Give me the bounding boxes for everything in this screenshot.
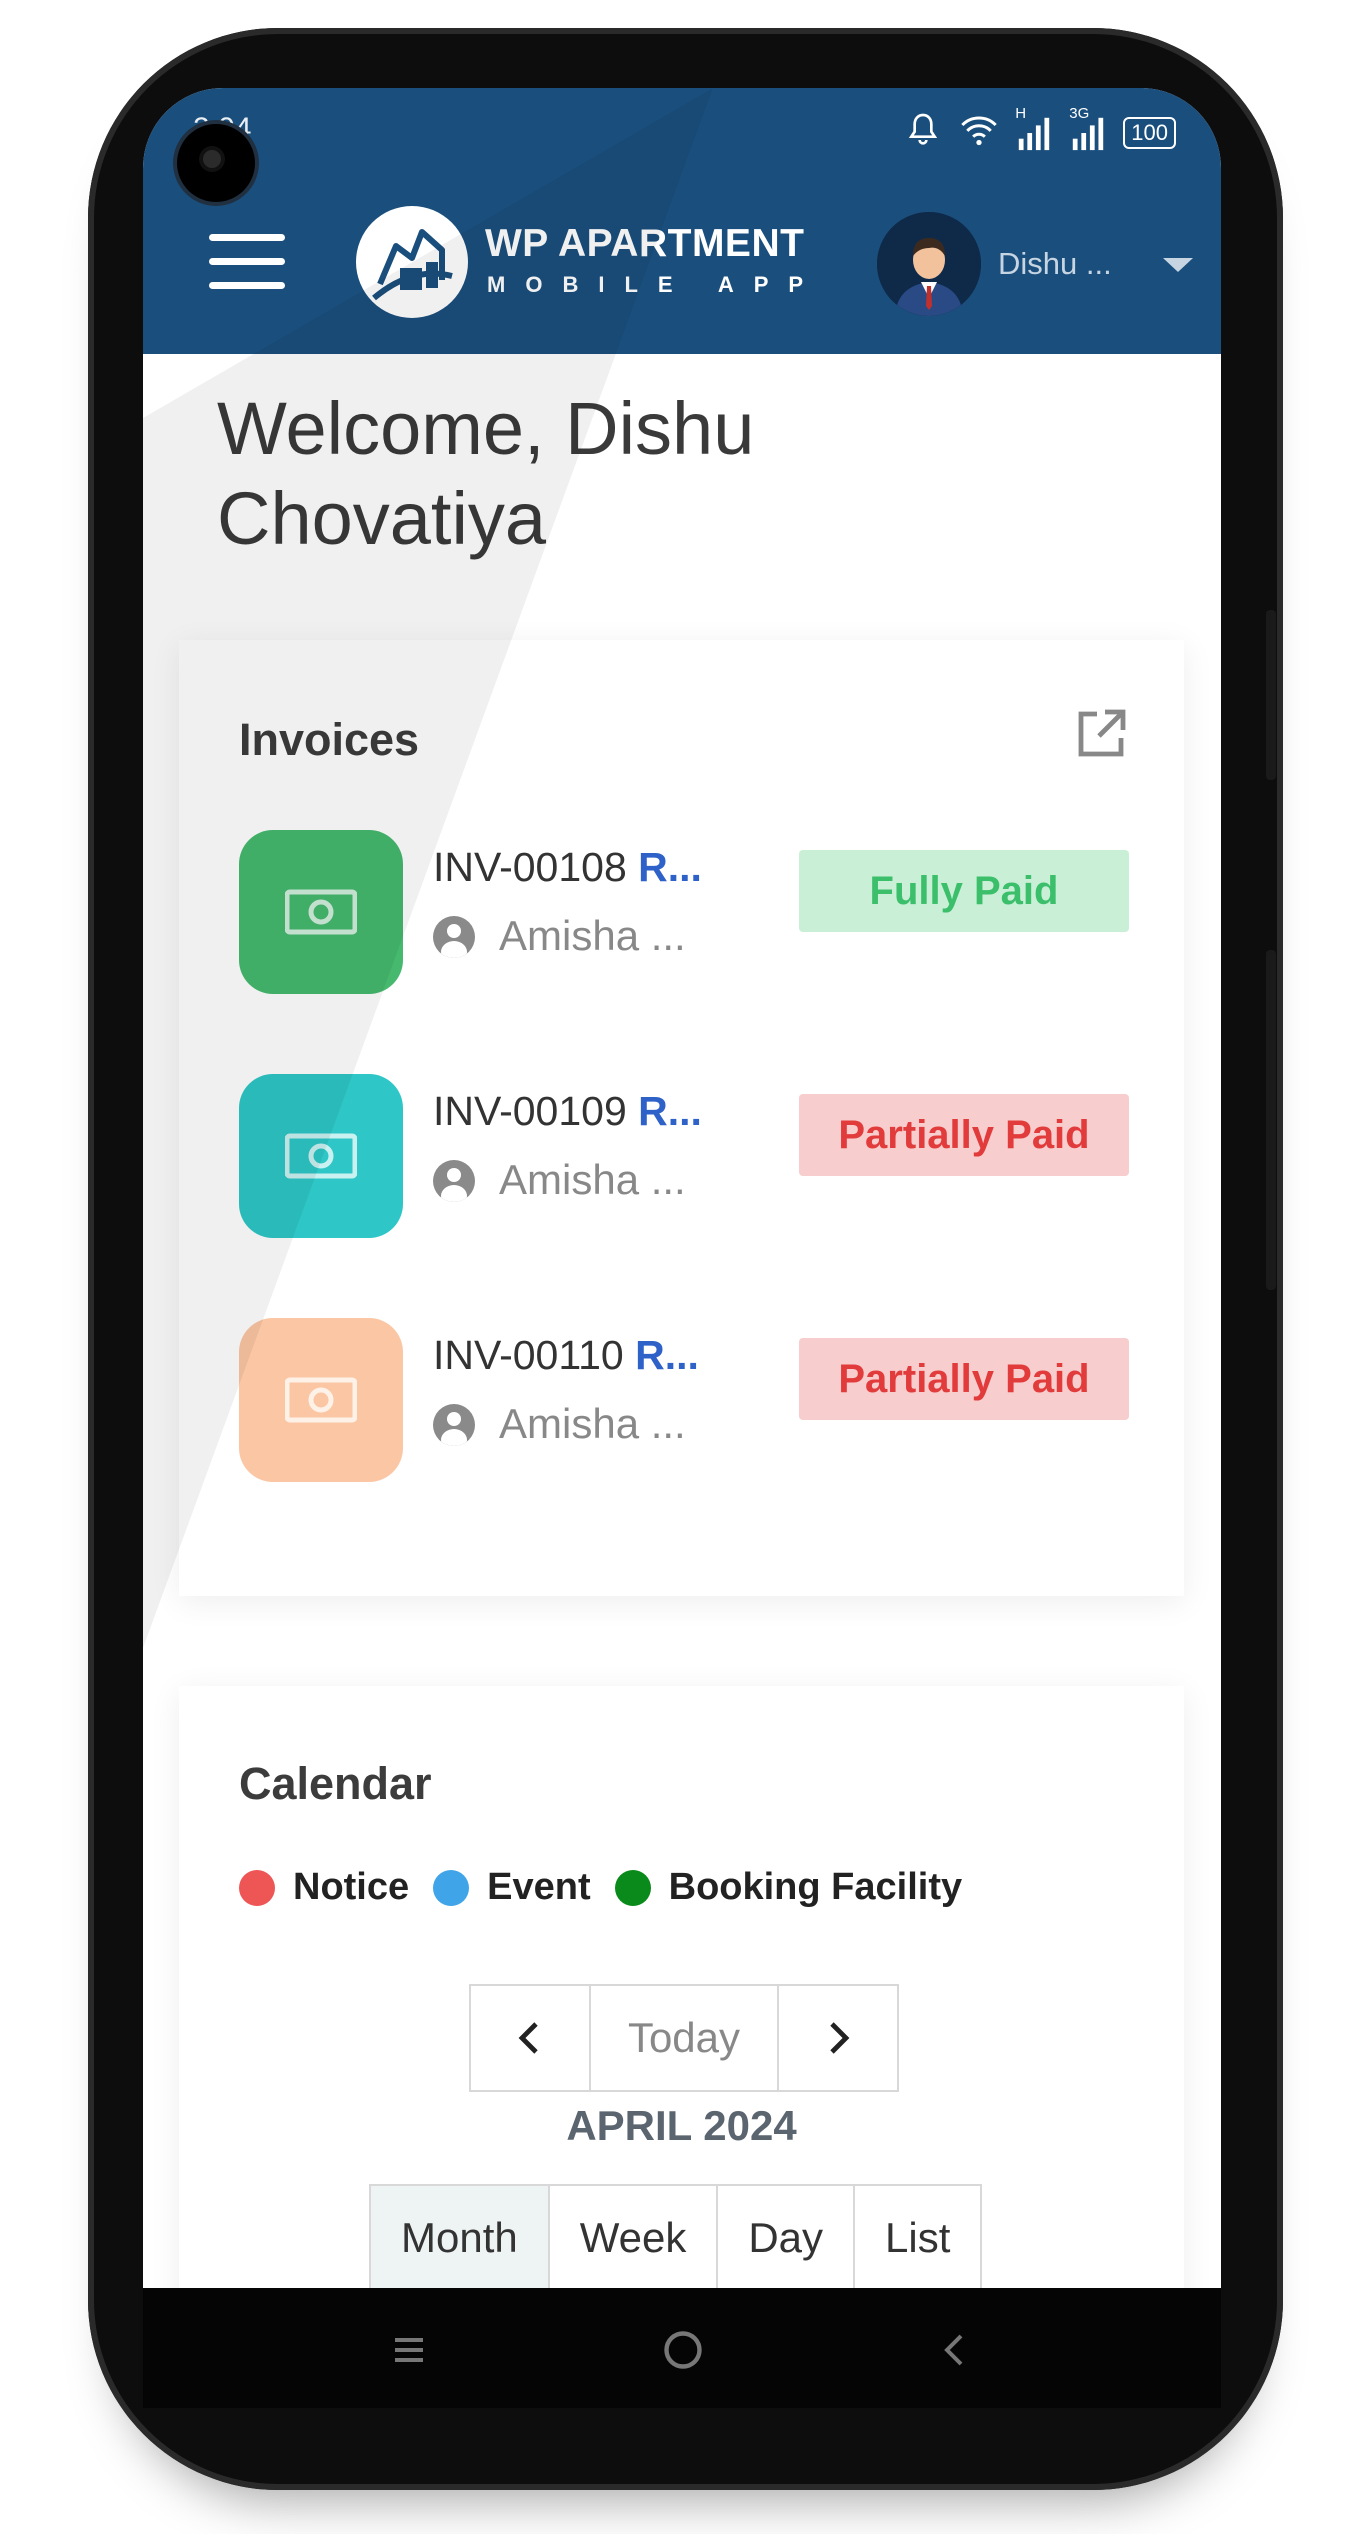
front-camera bbox=[177, 124, 255, 202]
booking-dot-icon bbox=[614, 1869, 651, 1906]
view-day-button[interactable]: Day bbox=[718, 2186, 856, 2288]
invoice-link[interactable]: R... bbox=[638, 844, 702, 890]
invoice-person: Amisha ... bbox=[433, 1400, 686, 1448]
back-nav-icon[interactable] bbox=[935, 2330, 975, 2370]
user-icon bbox=[433, 1160, 475, 1202]
today-button[interactable]: Today bbox=[591, 1986, 779, 2090]
invoices-title: Invoices bbox=[239, 714, 420, 765]
menu-button[interactable] bbox=[209, 234, 285, 290]
legend-notice: Notice bbox=[239, 1866, 409, 1909]
calendar-legend: Notice Event Booking Facility bbox=[239, 1866, 986, 1909]
battery-icon: 100 bbox=[1123, 116, 1176, 149]
view-week-button[interactable]: Week bbox=[550, 2186, 719, 2288]
status-badge: Partially Paid bbox=[799, 1338, 1129, 1420]
signal-icon-2: 3G bbox=[1069, 105, 1107, 153]
invoice-number: INV-00108 bbox=[433, 844, 627, 890]
chevron-right-icon bbox=[830, 2022, 850, 2054]
legend-event: Event bbox=[433, 1866, 591, 1909]
invoice-row[interactable]: INV-00109 R... Amisha ... Partially Paid bbox=[239, 1074, 1129, 1238]
invoice-link[interactable]: R... bbox=[638, 1088, 702, 1134]
avatar[interactable] bbox=[877, 212, 981, 316]
person-name: Amisha ... bbox=[499, 1156, 686, 1203]
money-icon bbox=[239, 1074, 403, 1238]
invoice-id: INV-00108 R... bbox=[433, 844, 702, 891]
view-list-button[interactable]: List bbox=[855, 2186, 980, 2288]
app-screen: 2:04 H 3G 100 bbox=[143, 88, 1221, 2288]
recent-apps-icon[interactable] bbox=[389, 2330, 429, 2370]
user-icon bbox=[433, 916, 475, 958]
app-header: 2:04 H 3G 100 bbox=[143, 88, 1221, 354]
menu-icon-bar bbox=[209, 282, 285, 289]
status-bar: 2:04 H 3G 100 bbox=[143, 88, 1221, 178]
person-name: Amisha ... bbox=[499, 1400, 686, 1447]
brand-title: WP APARTMENT bbox=[485, 222, 805, 265]
notification-icon bbox=[903, 110, 943, 155]
invoice-id: INV-00109 R... bbox=[433, 1088, 702, 1135]
month-label: APRIL 2024 bbox=[566, 2102, 797, 2149]
view-month-button[interactable]: Month bbox=[371, 2186, 550, 2288]
invoice-number: INV-00110 bbox=[433, 1332, 624, 1378]
chevron-down-icon[interactable] bbox=[1163, 258, 1193, 272]
menu-icon-bar bbox=[209, 258, 285, 265]
power-button bbox=[1266, 950, 1276, 1290]
money-icon bbox=[239, 1318, 403, 1482]
menu-icon bbox=[209, 234, 285, 241]
legend-label: Notice bbox=[293, 1866, 410, 1908]
volume-button bbox=[1266, 610, 1276, 780]
calendar-nav: Today bbox=[469, 1984, 899, 2092]
view-switcher: Month Week Day List bbox=[369, 2184, 983, 2288]
user-icon bbox=[433, 1404, 475, 1446]
status-badge: Partially Paid bbox=[799, 1094, 1129, 1176]
legend-label: Event bbox=[487, 1866, 591, 1908]
invoice-id: INV-00110 R... bbox=[433, 1332, 699, 1379]
event-dot-icon bbox=[433, 1869, 470, 1906]
person-name: Amisha ... bbox=[499, 912, 686, 959]
external-link-icon[interactable] bbox=[1073, 706, 1129, 762]
invoice-number: INV-00109 bbox=[433, 1088, 627, 1134]
invoice-person: Amisha ... bbox=[433, 1156, 686, 1204]
home-nav-icon[interactable] bbox=[661, 2328, 705, 2372]
next-button[interactable] bbox=[779, 1986, 897, 2090]
welcome-heading: Welcome, Dishu Chovatiya bbox=[217, 387, 755, 560]
status-icons: H 3G 100 bbox=[903, 105, 1176, 155]
brand-subtitle: MOBILE APP bbox=[487, 272, 824, 297]
invoice-link[interactable]: R... bbox=[635, 1332, 699, 1378]
legend-label: Booking Facility bbox=[668, 1866, 963, 1908]
status-badge: Fully Paid bbox=[799, 850, 1129, 932]
money-icon bbox=[239, 830, 403, 994]
system-nav-bar bbox=[143, 2288, 1221, 2408]
legend-booking: Booking Facility bbox=[614, 1866, 963, 1909]
invoice-row[interactable]: INV-00110 R... Amisha ... Partially Paid bbox=[239, 1318, 1129, 1482]
user-name[interactable]: Dishu ... bbox=[998, 246, 1112, 282]
logo-icon bbox=[356, 206, 468, 318]
invoices-card: Invoices INV-00108 R... Amisha ... Fully… bbox=[179, 640, 1184, 1596]
wifi-icon bbox=[959, 112, 999, 153]
chevron-left-icon bbox=[518, 2022, 538, 2054]
notice-dot-icon bbox=[239, 1869, 275, 1906]
calendar-card: Calendar Notice Event Booking Facility T… bbox=[179, 1686, 1184, 2288]
invoice-person: Amisha ... bbox=[433, 912, 686, 960]
invoice-row[interactable]: INV-00108 R... Amisha ... Fully Paid bbox=[239, 830, 1129, 994]
signal-icon-1: H bbox=[1015, 105, 1053, 153]
prev-button[interactable] bbox=[471, 1986, 591, 2090]
calendar-title: Calendar bbox=[239, 1758, 432, 1809]
